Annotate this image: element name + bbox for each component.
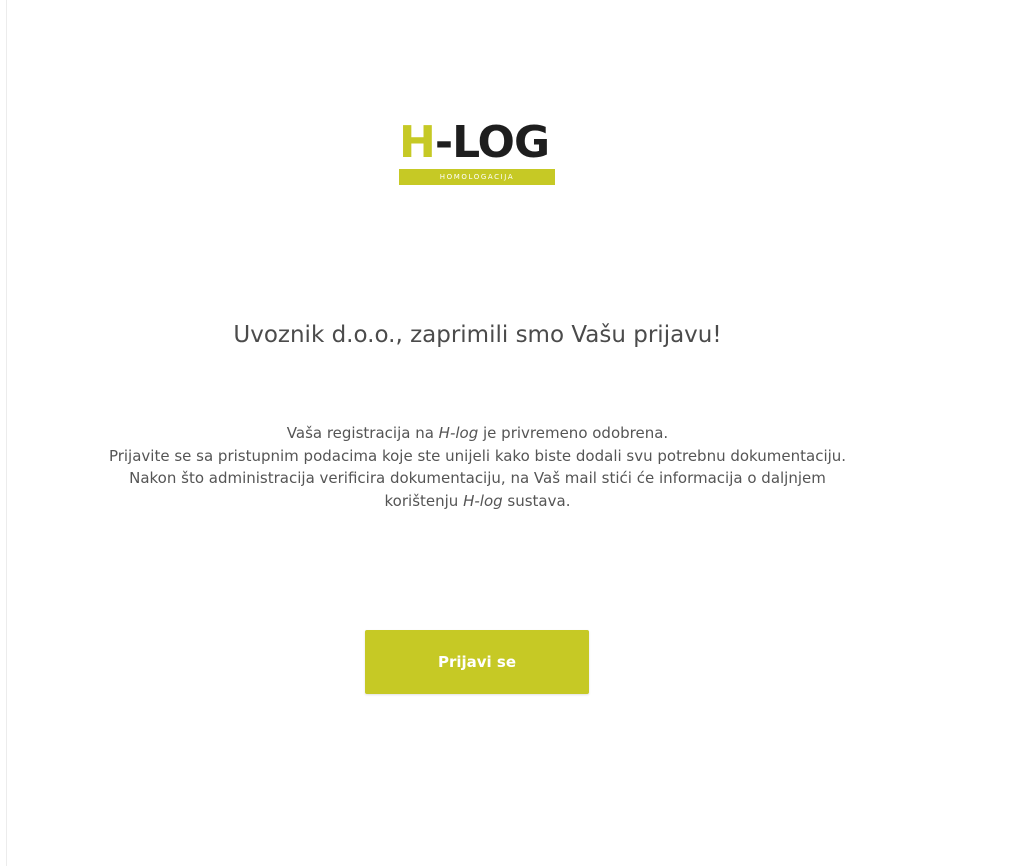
message-line3-suffix: sustava. bbox=[502, 491, 571, 510]
message-line3-brand: H-log bbox=[463, 491, 503, 510]
logo-tagline: HOMOLOGACIJA bbox=[399, 169, 555, 185]
login-button[interactable]: Prijavi se bbox=[365, 630, 589, 694]
h-log-logo: H-LOG HOMOLOGACIJA bbox=[399, 118, 555, 186]
confirmation-heading: Uvoznik d.o.o., zaprimili smo Vašu prija… bbox=[233, 322, 722, 348]
message-line1-suffix: je privremeno odobrena. bbox=[478, 424, 669, 442]
logo-wordmark: H-LOG bbox=[399, 117, 550, 168]
message-line2: Prijavite se sa pristupnim podacima koje… bbox=[108, 446, 847, 465]
page-frame-edge bbox=[6, 0, 7, 866]
message-line1-prefix: Vaša registracija na bbox=[286, 424, 439, 442]
confirmation-message: Vaša registracija na H-log je privremeno… bbox=[90, 422, 865, 512]
message-line1-brand: H-log bbox=[438, 424, 479, 442]
logo-letter-h: H bbox=[399, 117, 436, 168]
logo-letters-rest: -LOG bbox=[434, 117, 550, 168]
